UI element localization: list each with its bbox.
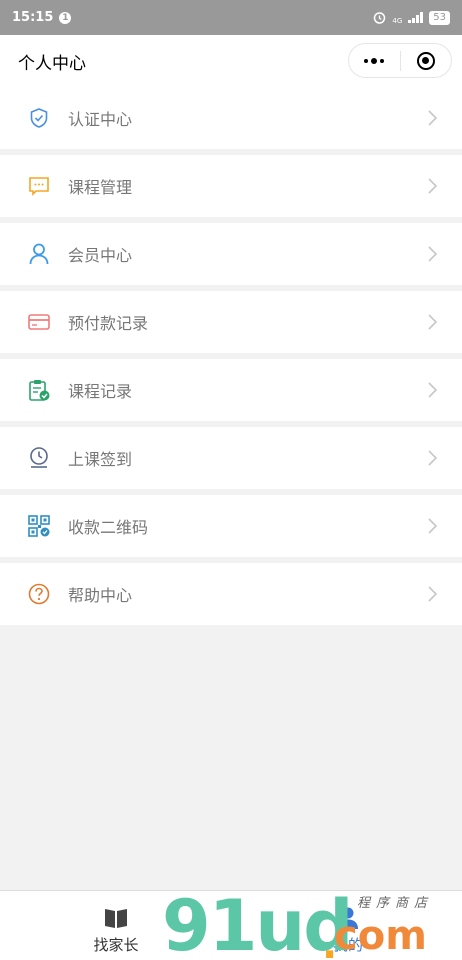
menu-item-class-checkin[interactable]: 上课签到 bbox=[0, 427, 462, 489]
menu-item-label: 预付款记录 bbox=[68, 314, 149, 333]
alarm-icon bbox=[374, 12, 386, 24]
clipboard-check-icon bbox=[26, 377, 52, 403]
menu-item-label: 课程管理 bbox=[68, 178, 133, 197]
status-bar: 15:15 1 4G 53 bbox=[0, 0, 462, 35]
menu-item-certification[interactable]: 认证中心 bbox=[0, 87, 462, 149]
notification-badge: 1 bbox=[59, 11, 72, 24]
tab-mine[interactable]: 我的 bbox=[316, 891, 380, 960]
close-button[interactable] bbox=[401, 51, 452, 70]
message-square-icon bbox=[26, 173, 52, 199]
credit-card-icon bbox=[26, 309, 52, 335]
chevron-right-icon bbox=[428, 382, 438, 398]
menu-item-membership[interactable]: 会员中心 bbox=[0, 223, 462, 285]
user-icon bbox=[26, 241, 52, 267]
chevron-right-icon bbox=[428, 450, 438, 466]
network-label: 4G bbox=[392, 16, 403, 25]
mini-program-capsule bbox=[348, 43, 452, 78]
menu-item-label: 上课签到 bbox=[68, 450, 133, 469]
nav-bar: 个人中心 bbox=[0, 35, 462, 87]
chevron-right-icon bbox=[428, 586, 438, 602]
signal-icon bbox=[408, 12, 424, 23]
tab-find-parents[interactable]: 找家长 bbox=[84, 891, 148, 960]
menu-item-label: 认证中心 bbox=[68, 110, 133, 129]
page-title: 个人中心 bbox=[18, 53, 86, 74]
chevron-right-icon bbox=[428, 110, 438, 126]
chevron-right-icon bbox=[428, 246, 438, 262]
tab-label: 我的 bbox=[332, 936, 363, 954]
help-circle-icon bbox=[26, 581, 52, 607]
chevron-right-icon bbox=[428, 518, 438, 534]
tab-label: 找家长 bbox=[93, 936, 139, 954]
battery-indicator: 53 bbox=[429, 10, 450, 25]
menu-item-help-center[interactable]: 帮助中心 bbox=[0, 563, 462, 625]
menu-item-label: 课程记录 bbox=[68, 382, 133, 401]
status-time: 15:15 bbox=[12, 10, 54, 25]
menu-item-course-management[interactable]: 课程管理 bbox=[0, 155, 462, 217]
dot-icon bbox=[364, 58, 369, 63]
menu-item-label: 帮助中心 bbox=[68, 586, 133, 605]
chevron-right-icon bbox=[428, 178, 438, 194]
person-icon bbox=[338, 907, 358, 929]
menu-item-course-records[interactable]: 课程记录 bbox=[0, 359, 462, 421]
dot-icon bbox=[380, 58, 385, 63]
target-icon bbox=[416, 51, 435, 70]
status-right: 4G 53 bbox=[373, 10, 450, 25]
dot-icon bbox=[371, 57, 378, 64]
status-left: 15:15 1 bbox=[12, 10, 72, 25]
book-icon bbox=[105, 909, 127, 928]
tab-bar: 找家长 我的 bbox=[0, 890, 462, 960]
menu-item-label: 会员中心 bbox=[68, 246, 133, 265]
shield-check-icon bbox=[26, 105, 52, 131]
qr-code-icon bbox=[26, 513, 52, 539]
location-clock-icon bbox=[26, 445, 52, 471]
menu-item-payment-qr[interactable]: 收款二维码 bbox=[0, 495, 462, 557]
menu-list: 认证中心 课程管理 会员中心 预付款记录 课程记录 上课签到 收款二维码 帮助中… bbox=[0, 87, 462, 631]
more-button[interactable] bbox=[349, 57, 400, 64]
chevron-right-icon bbox=[428, 314, 438, 330]
menu-item-prepayment-records[interactable]: 预付款记录 bbox=[0, 291, 462, 353]
menu-item-label: 收款二维码 bbox=[68, 518, 149, 537]
